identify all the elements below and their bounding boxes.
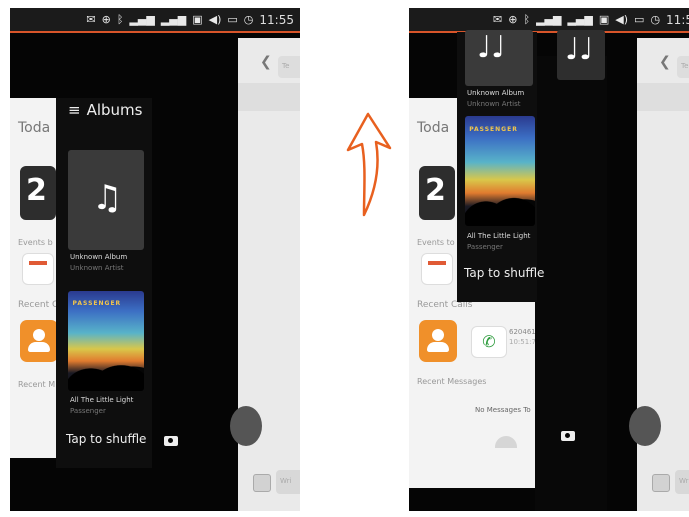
no-messages-text: No Messages To xyxy=(475,406,531,414)
back-icon[interactable]: ❮ xyxy=(659,54,671,70)
phone-screen-before: ✉ ⊕ ᛒ ▂▄▆ ▂▄▆ ▣ ◀) ▭ ◷ 11:55 Toda 2 Even… xyxy=(10,8,300,511)
album-art-passenger[interactable]: PASSENGER xyxy=(68,291,144,391)
signal-icon: ▂▄▆ xyxy=(536,13,562,26)
calendar-day-tile[interactable]: 2 xyxy=(20,166,56,220)
album-artist: Unknown Artist xyxy=(70,264,124,272)
tree-silhouette xyxy=(465,176,535,226)
today-title: Toda xyxy=(18,120,51,136)
message-header-bar xyxy=(637,83,689,111)
recent-messages-label: Recent M xyxy=(18,380,56,389)
tap-to-shuffle[interactable]: Tap to shuffle xyxy=(66,432,146,446)
3g-icon: ▣ xyxy=(192,13,203,26)
album-band-text: PASSENGER xyxy=(469,125,518,133)
album-artist: Passenger xyxy=(70,407,106,415)
music-note-icon: ♫ xyxy=(92,178,123,218)
signal-icon: ▂▄▆ xyxy=(160,13,187,26)
album-title: All The Little Light xyxy=(467,232,531,240)
recent-calls-label: Recent C xyxy=(18,300,59,310)
attach-icon[interactable] xyxy=(253,474,271,492)
album-artist: Unknown Artist xyxy=(467,100,521,108)
back-icon[interactable]: ❮ xyxy=(260,54,272,70)
calendar-icon[interactable] xyxy=(22,253,54,285)
album-art-peek: ♩♩ xyxy=(557,30,605,80)
album-title: All The Little Light xyxy=(70,396,134,404)
volume-icon: ◀) xyxy=(615,13,629,26)
battery-icon: ▭ xyxy=(227,13,238,26)
phone-screen-after: ✉ ⊕ ᛒ ▂▄▆ ▂▄▆ ▣ ◀) ▭ ◷ 11:5 Toda 2 Event… xyxy=(409,8,689,511)
write-field[interactable]: Wri xyxy=(276,470,300,494)
status-time: 11:5 xyxy=(666,12,689,27)
message-field[interactable]: Te xyxy=(278,56,300,78)
3g-icon: ▣ xyxy=(598,13,610,26)
signal-icon: ▂▄▆ xyxy=(129,13,155,26)
status-time: 11:55 xyxy=(259,12,294,27)
status-bar: ✉ ⊕ ᛒ ▂▄▆ ▂▄▆ ▣ ◀) ▭ ◷ 11:55 xyxy=(10,8,300,33)
clock-icon: ◷ xyxy=(243,13,254,26)
menu-icon[interactable]: ≡ xyxy=(68,101,81,119)
recent-messages-label: Recent Messages xyxy=(417,377,487,386)
battery-icon: ▭ xyxy=(634,13,645,26)
phone-call-icon[interactable]: ✆ xyxy=(471,326,507,358)
camera-round-button[interactable] xyxy=(629,406,661,446)
albums-header[interactable]: ≡ Albums xyxy=(68,101,142,119)
message-header-bar xyxy=(238,83,300,111)
calendar-day-number: 2 xyxy=(26,173,47,208)
events-label: Events to xyxy=(417,238,455,247)
album-art-unknown[interactable]: ♩♩ xyxy=(465,30,533,86)
calendar-icon[interactable] xyxy=(421,253,453,285)
message-icon: ✉ xyxy=(86,13,96,26)
location-icon: ⊕ xyxy=(101,13,111,26)
write-field[interactable]: Wri xyxy=(675,470,689,494)
calendar-day-tile[interactable]: 2 xyxy=(419,166,455,220)
volume-icon: ◀) xyxy=(208,13,222,26)
album-art-unknown[interactable]: ♫ xyxy=(68,150,144,250)
signal-icon: ▂▄▆ xyxy=(567,13,593,26)
call-time: 10:51:7 xyxy=(509,338,536,346)
album-artist: Passenger xyxy=(467,243,503,251)
status-bar: ✉ ⊕ ᛒ ▂▄▆ ▂▄▆ ▣ ◀) ▭ ◷ 11:5 xyxy=(409,8,689,33)
location-icon: ⊕ xyxy=(508,13,518,26)
bluetooth-icon: ᛒ xyxy=(116,13,124,26)
camera-icon[interactable] xyxy=(164,436,178,446)
contact-avatar[interactable] xyxy=(419,320,457,362)
album-title: Unknown Album xyxy=(467,89,525,97)
album-art-passenger[interactable]: PASSENGER xyxy=(465,116,535,226)
camera-round-button[interactable] xyxy=(230,406,262,446)
tap-to-shuffle[interactable]: Tap to shuffle xyxy=(464,266,544,280)
albums-title: Albums xyxy=(86,101,143,119)
tree-silhouette xyxy=(68,346,144,391)
contact-avatar[interactable] xyxy=(20,320,58,362)
album-title: Unknown Album xyxy=(70,253,128,261)
music-note-icon: ♩♩ xyxy=(565,32,594,67)
album-band-text: PASSENGER xyxy=(72,300,122,307)
music-note-icon: ♩♩ xyxy=(477,30,506,65)
message-icon: ✉ xyxy=(493,13,503,26)
events-label: Events b xyxy=(18,238,53,247)
attach-icon[interactable] xyxy=(652,474,670,492)
camera-icon[interactable] xyxy=(561,431,575,441)
bluetooth-icon: ᛒ xyxy=(523,13,531,26)
message-field[interactable]: Te xyxy=(677,56,689,78)
swipe-up-arrow-icon xyxy=(346,112,392,217)
today-title: Toda xyxy=(417,120,450,136)
clock-icon: ◷ xyxy=(650,13,661,26)
call-number: 620461 xyxy=(509,328,536,336)
dark-app-card[interactable] xyxy=(535,56,607,511)
calendar-day-number: 2 xyxy=(425,173,446,208)
